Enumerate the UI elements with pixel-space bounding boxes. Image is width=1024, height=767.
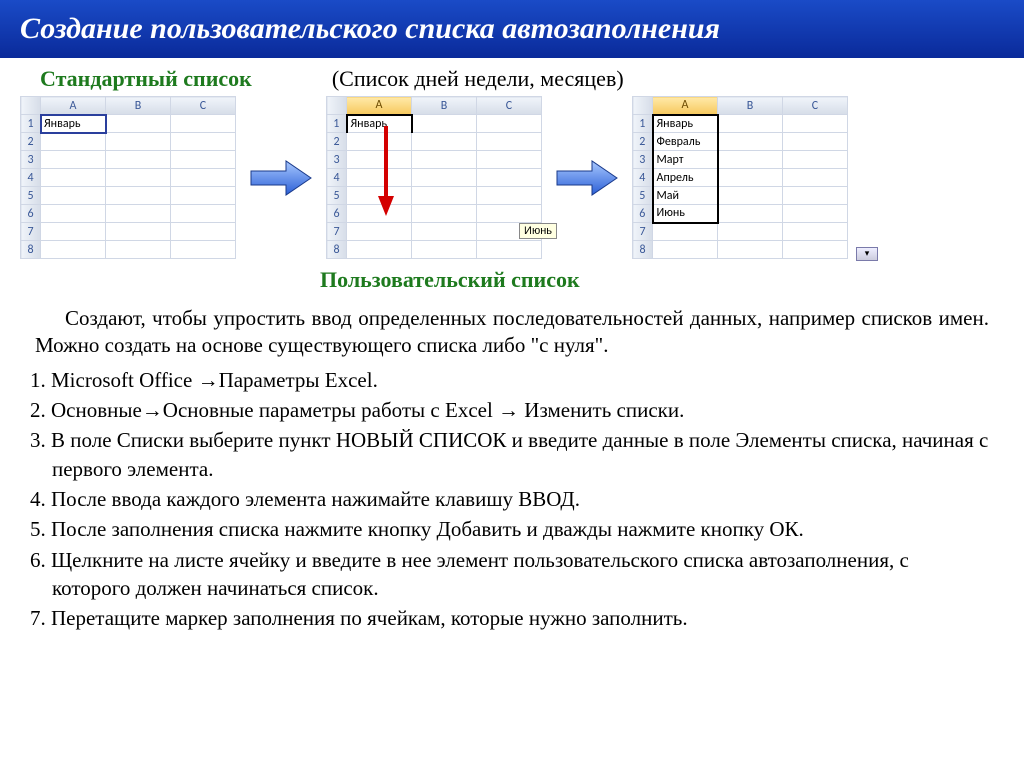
paragraph-description: Создают, чтобы упростить ввод определенн… [0,297,1024,360]
step-item: 6. Щелкните на листе ячейку и введите в … [30,546,989,603]
slide-title-text: Создание пользовательского списка автоза… [20,12,720,46]
col-header-c: C [783,97,848,115]
col-header-b: B [106,97,171,115]
cell: Апрель [653,169,718,187]
step-item: 2. Основные→Основные параметры работы с … [30,396,989,424]
fill-tooltip: Июнь [519,223,557,239]
cell: Март [653,151,718,169]
arrow-right-icon [552,153,622,203]
cell: Май [653,187,718,205]
heading-parenthetical: (Список дней недели, месяцев) [332,66,624,92]
excel-screenshot-3: ABC 1Январь 2Февраль 3Март 4Апрель 5Май … [632,96,848,259]
excel-screenshot-2: ABC 1Январь 2 3 4 5 6 7 8 [326,96,542,259]
arrow-right-icon [246,153,316,203]
heading-user-list: Пользовательский список [40,267,580,293]
step-item: 7. Перетащите маркер заполнения по ячейк… [30,604,989,632]
red-drag-arrow-icon [376,126,396,216]
step-item: 3. В поле Списки выберите пункт НОВЫЙ СП… [30,426,989,483]
heading-standard-list: Стандартный список [40,66,252,92]
instruction-steps: 1. Microsoft Office →Параметры Excel. 2.… [0,360,1024,633]
col-header-a: A [41,97,106,115]
step-item: 1. Microsoft Office →Параметры Excel. [30,366,989,394]
row-header: 1 [21,115,41,133]
col-header-a: A [347,97,412,115]
col-header-c: C [477,97,542,115]
col-header-b: B [412,97,477,115]
step-item: 5. После заполнения списка нажмите кнопк… [30,515,989,543]
cell: Январь [653,115,718,133]
col-header-c: C [171,97,236,115]
cell: Февраль [653,133,718,151]
cell: Июнь [653,205,718,223]
col-header-b: B [718,97,783,115]
autofill-smarttag-icon: ▾ [856,247,878,261]
col-header-a: A [653,97,718,115]
slide-title: Создание пользовательского списка автоза… [0,0,1024,58]
excel-screenshot-1: ABC 1Январь 2 3 4 5 6 7 8 [20,96,236,259]
cell-a1: Январь [41,115,106,133]
step-item: 4. После ввода каждого элемента нажимайт… [30,485,989,513]
